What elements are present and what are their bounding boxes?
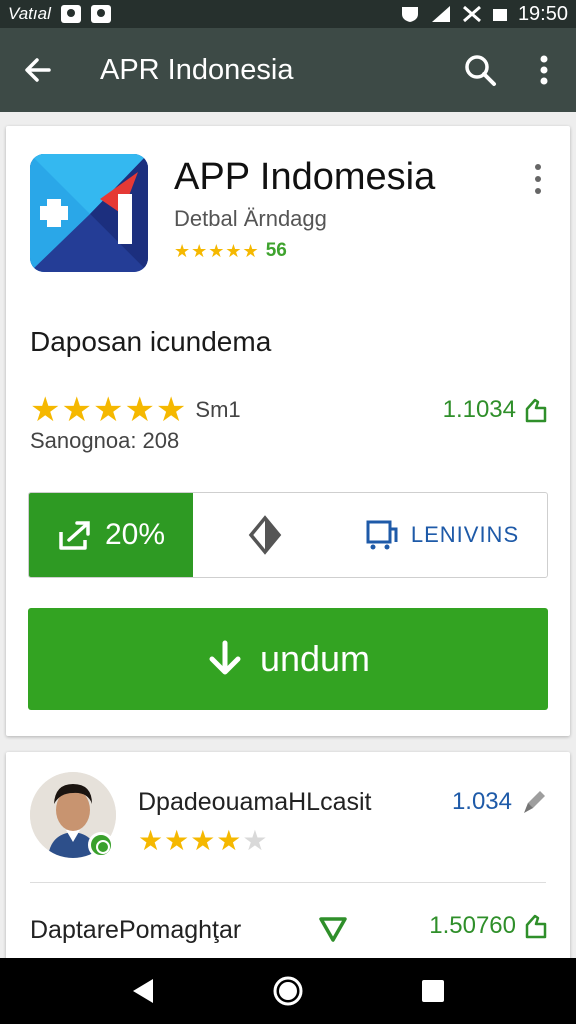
- reviewer-stars-filled: ★★★★: [138, 825, 243, 856]
- reviews-card: DpadeouamaHLcasit ★★★★★ 1.034 DaptarePom…: [6, 752, 570, 962]
- big-stars: ★★★★★: [30, 391, 188, 429]
- app-bar: APR Indonesia: [0, 28, 576, 112]
- download-icon: [209, 640, 241, 675]
- nav-home-icon: [273, 976, 303, 1006]
- review-icon: [366, 520, 398, 550]
- wishlist-button[interactable]: [193, 493, 337, 577]
- small-rating: ★★★★★ 56: [174, 240, 287, 262]
- small-rating-value: 56: [265, 240, 287, 261]
- list-item-count-value: 1.50760: [429, 912, 516, 939]
- download-count: 1.1034: [443, 396, 548, 424]
- status-bar: Vatıal 19:50: [0, 0, 576, 28]
- battery-icon: [492, 9, 507, 21]
- app-icon[interactable]: [30, 154, 148, 272]
- install-label: undum: [259, 638, 371, 679]
- review-label: LENIVINS: [410, 522, 520, 547]
- big-rating: ★★★★★ Sm1: [30, 390, 241, 430]
- share-icon: [59, 521, 90, 550]
- action-row: 20% LENIVINS: [28, 492, 548, 578]
- reviewer-name: DpadeouamaHLcasit: [138, 788, 372, 816]
- more-vert-icon: [540, 55, 548, 85]
- carrier-label: Vatıal: [8, 4, 51, 23]
- search-button[interactable]: [448, 28, 512, 112]
- notification-icon-2: [90, 5, 111, 23]
- back-arrow-icon: [25, 58, 51, 82]
- nav-back-button[interactable]: [113, 961, 173, 1021]
- rating-subtext: Sanognoa: 208: [30, 428, 180, 453]
- list-item-count: 1.50760: [429, 912, 548, 940]
- wifi-icon: [462, 5, 481, 23]
- share-label: 20%: [104, 518, 166, 551]
- reviewer-stars: ★★★★★: [138, 824, 269, 857]
- notification-icon: [60, 5, 81, 23]
- overflow-menu-button[interactable]: [512, 28, 576, 112]
- shield-icon: [401, 7, 418, 22]
- card-menu-button[interactable]: [528, 164, 548, 194]
- thumb-icon: [525, 914, 547, 939]
- small-stars: ★★★★★: [174, 240, 260, 261]
- section-title: Daposan icundema: [30, 326, 272, 357]
- pencil-icon[interactable]: [520, 788, 548, 816]
- signal-icon: [431, 6, 450, 22]
- thumb-icon: [525, 398, 547, 423]
- app-name: APP Indomesia: [174, 156, 436, 198]
- share-button[interactable]: 20%: [29, 493, 193, 577]
- divider: [30, 882, 546, 883]
- nav-back-icon: [132, 979, 153, 1003]
- nav-recents-button[interactable]: [403, 961, 463, 1021]
- search-icon: [465, 55, 496, 86]
- review-count-value: 1.034: [451, 788, 512, 815]
- list-item-title: DaptarePomaghţar: [30, 916, 242, 944]
- review-button[interactable]: LENIVINS: [337, 493, 547, 577]
- nav-recents-icon: [422, 980, 445, 1002]
- developer-name[interactable]: Detbal Ärndagg: [174, 206, 327, 232]
- nav-home-button[interactable]: [258, 961, 318, 1021]
- review-count: 1.034: [452, 788, 548, 816]
- reviewer-stars-empty: ★: [242, 825, 269, 856]
- app-details-card: APP Indomesia Detbal Ärndagg ★★★★★ 56 Da…: [6, 126, 570, 736]
- download-count-value: 1.1034: [442, 396, 516, 423]
- back-button[interactable]: [0, 28, 76, 112]
- install-button[interactable]: undum: [28, 608, 548, 710]
- app-bar-title: APR Indonesia: [100, 53, 294, 86]
- system-nav-bar: [0, 958, 576, 1024]
- app-logo-icon: [30, 154, 148, 272]
- verified-badge-icon: [88, 832, 114, 858]
- diamond-icon: [248, 515, 282, 555]
- triangle-icon[interactable]: [318, 914, 348, 949]
- rating-count: Sm1: [195, 397, 241, 422]
- clock: 19:50: [517, 2, 568, 25]
